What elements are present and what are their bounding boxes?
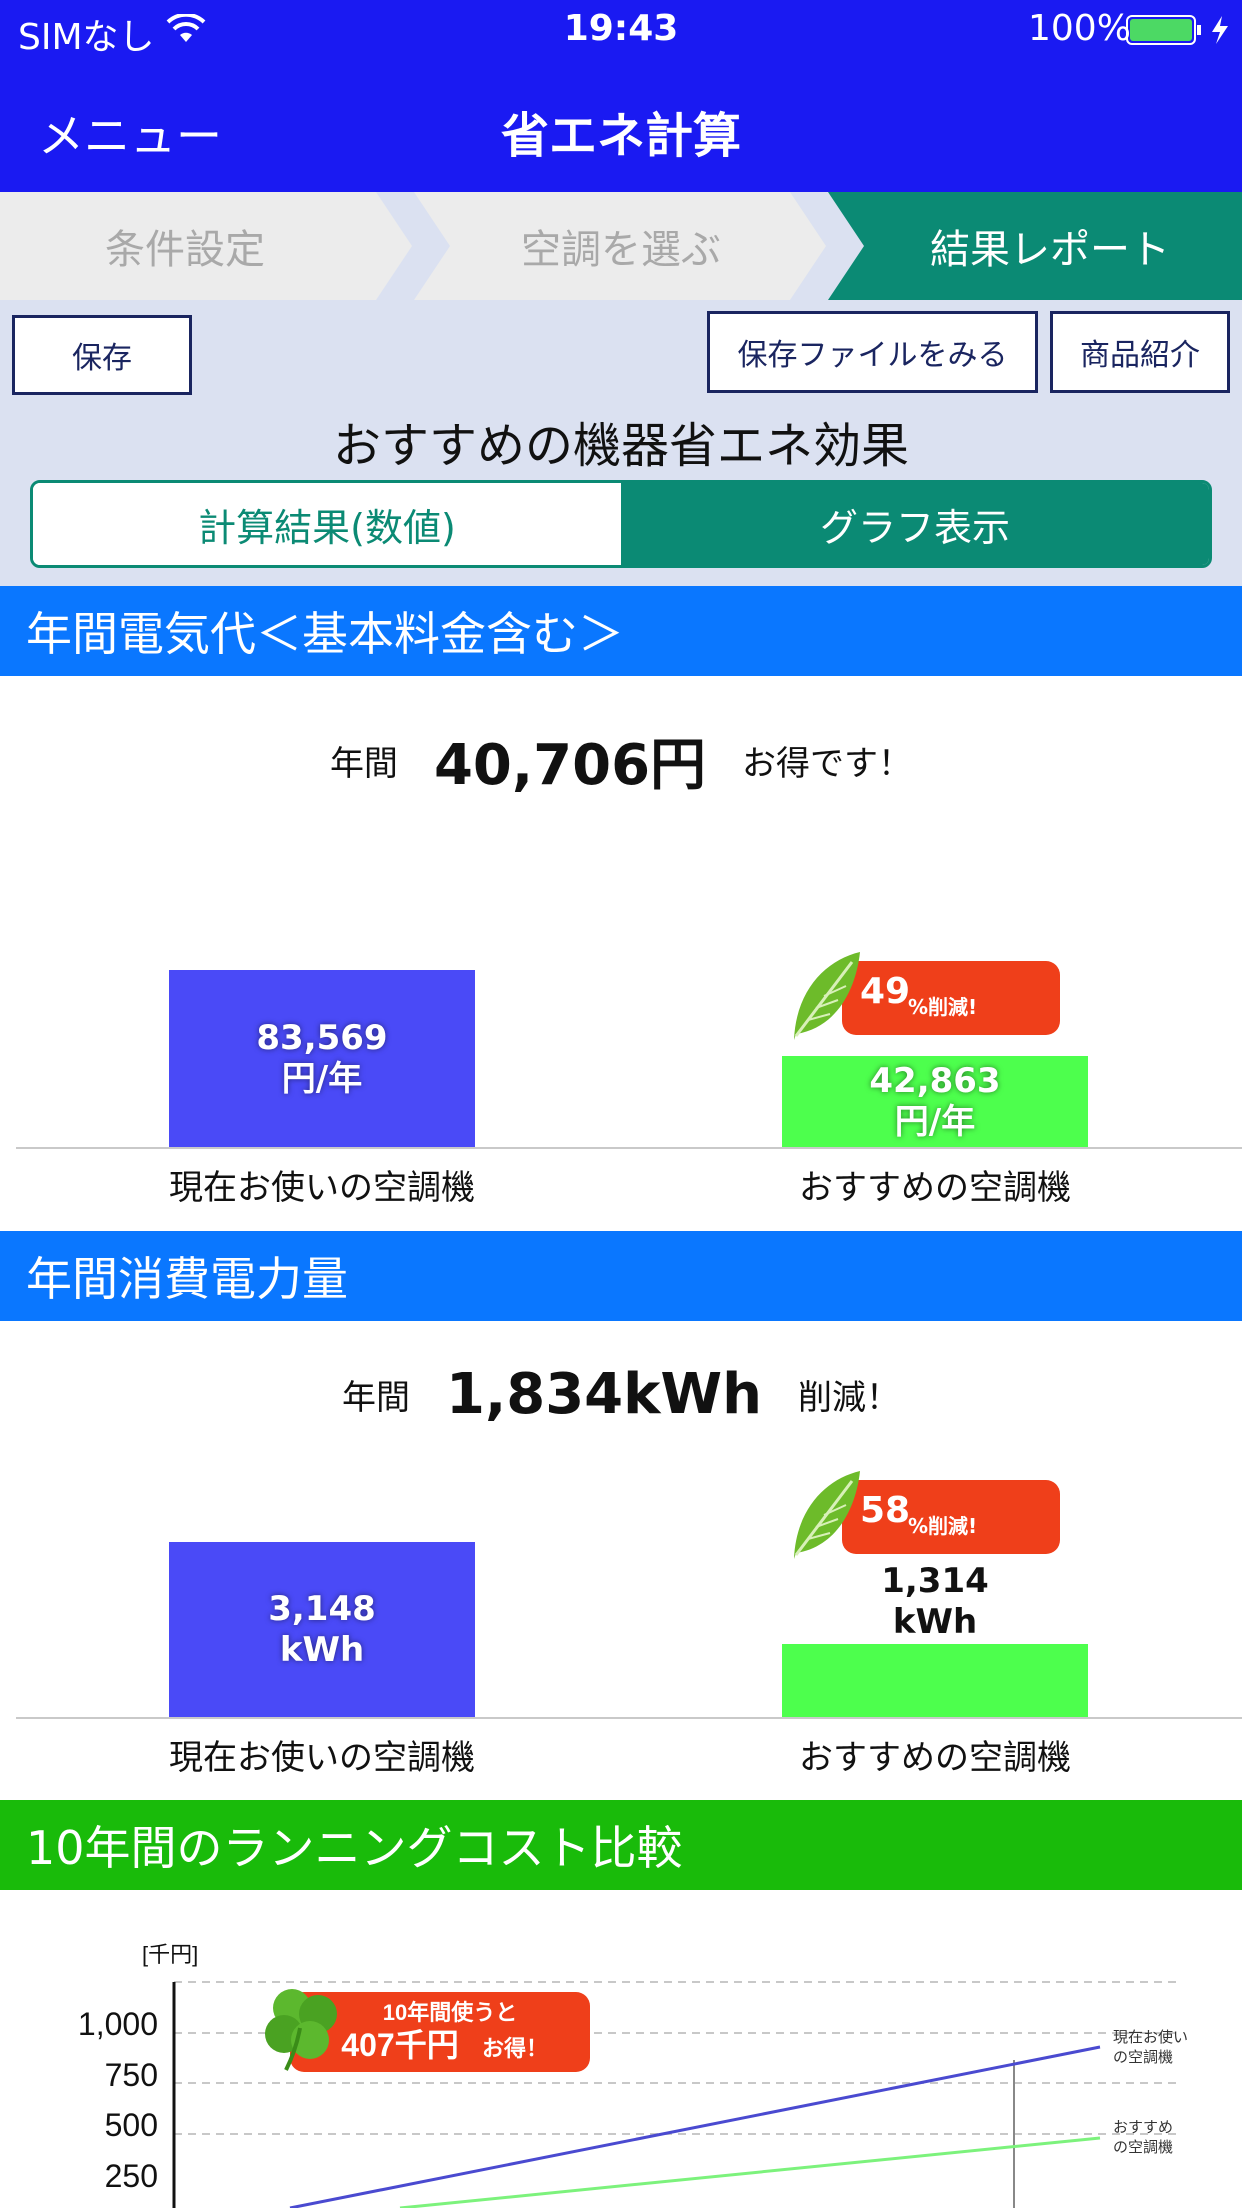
step-label: 条件設定 bbox=[105, 227, 265, 273]
result-title: おすすめの機器省エネ効果 bbox=[332, 418, 909, 474]
step-result-report[interactable]: 結果レポート bbox=[828, 192, 1242, 300]
baseline bbox=[16, 1717, 1242, 1719]
bar-value: 83,569 bbox=[256, 1017, 388, 1058]
product-intro-button[interactable]: 商品紹介 bbox=[1050, 311, 1230, 393]
running-cost-line-chart: [千円] 1,000 750 500 250 現在お使い の空調機 おすすめ の… bbox=[78, 1942, 1188, 2208]
view-saved-files-button[interactable]: 保存ファイルをみる bbox=[707, 311, 1038, 393]
baseline bbox=[16, 1147, 1242, 1149]
save-button[interactable]: 保存 bbox=[12, 315, 192, 395]
series-label-recommended: の空調機 bbox=[1113, 2139, 1173, 2156]
page-title: 省エネ計算 bbox=[500, 108, 741, 164]
step-conditions[interactable]: 条件設定 bbox=[0, 192, 412, 300]
summary-amount: 40,706円 bbox=[433, 733, 707, 798]
summary-amount: 1,834kWh bbox=[445, 1362, 762, 1427]
reduction-badge: 49 %削減! bbox=[842, 961, 1060, 1035]
electricity-savings-summary: 年間 40,706円 お得です！ bbox=[0, 720, 1242, 801]
reduction-percent: 58 bbox=[860, 1490, 911, 1531]
bar-current-power: 3,148 kWh bbox=[169, 1542, 475, 1717]
series-label-current: 現在お使い bbox=[1113, 2029, 1188, 2046]
y-axis-unit: [千円] bbox=[142, 1942, 198, 1967]
section-header-running-cost: 10年間のランニングコスト比較 bbox=[0, 1800, 1242, 1890]
callout-line1: 10年間使うと bbox=[383, 2000, 517, 2025]
summary-suffix: お得です！ bbox=[742, 744, 913, 784]
bar-recommended-cost: 42,863 円/年 bbox=[782, 1056, 1088, 1147]
bar-current-cost: 83,569 円/年 bbox=[169, 970, 475, 1147]
bar-unit: kWh bbox=[892, 1601, 978, 1642]
label-current: 現在お使いの空調機 bbox=[169, 1738, 475, 1778]
tab-graph-view[interactable]: グラフ表示 bbox=[621, 483, 1209, 565]
y-tick-label: 750 bbox=[105, 2057, 158, 2093]
step-label: 空調を選ぶ bbox=[521, 227, 721, 273]
step-select-aircon[interactable]: 空調を選ぶ bbox=[414, 192, 826, 300]
bar-unit: 円/年 bbox=[894, 1101, 976, 1142]
bar-value: 3,148 bbox=[268, 1588, 376, 1629]
navigation-bar: SIMなし 19:43 100% メニュー 省エネ計算 bbox=[0, 0, 1242, 192]
section-header-power-consumption: 年間消費電力量 bbox=[0, 1231, 1242, 1321]
label-recommended: おすすめの空調機 bbox=[799, 1738, 1071, 1778]
recommended-power-value: 1,314 kWh bbox=[782, 1561, 1088, 1643]
summary-suffix: 削減！ bbox=[798, 1378, 900, 1418]
view-segmented-control: 計算結果(数値) グラフ表示 bbox=[30, 480, 1212, 568]
reduction-percent: 49 bbox=[860, 971, 911, 1012]
callout-suffix: お得！ bbox=[482, 2036, 548, 2061]
summary-prefix: 年間 bbox=[329, 744, 398, 784]
bar-recommended-power bbox=[782, 1644, 1088, 1717]
y-tick-label: 250 bbox=[105, 2158, 158, 2194]
series-label-current: の空調機 bbox=[1113, 2049, 1173, 2066]
bar-unit: kWh bbox=[279, 1629, 365, 1670]
summary-prefix: 年間 bbox=[341, 1378, 410, 1418]
y-tick-label: 1,000 bbox=[78, 2006, 158, 2042]
y-tick-label: 500 bbox=[105, 2107, 158, 2143]
reduction-badge: 58 %削減! bbox=[842, 1480, 1060, 1554]
bar-value: 1,314 bbox=[881, 1561, 989, 1601]
power-savings-summary: 年間 1,834kWh 削減！ bbox=[0, 1362, 1242, 1427]
battery-percent: 100% bbox=[1028, 8, 1131, 49]
label-current: 現在お使いの空調機 bbox=[169, 1168, 475, 1208]
bar-unit: 円/年 bbox=[281, 1058, 363, 1099]
step-indicator: 条件設定 空調を選ぶ 結果レポート bbox=[0, 192, 1242, 300]
section-header-electricity-cost: 年間電気代＜基本料金含む＞ bbox=[0, 586, 1242, 676]
leaf-icon bbox=[794, 952, 860, 1040]
step-label: 結果レポート bbox=[930, 227, 1170, 273]
bar-value: 42,863 bbox=[869, 1060, 1001, 1101]
series-label-recommended: おすすめ bbox=[1113, 2119, 1173, 2136]
reduction-text: %削減! bbox=[908, 995, 978, 1019]
callout-amount: 407千円 bbox=[341, 2027, 458, 2063]
tab-numeric-results[interactable]: 計算結果(数値) bbox=[33, 483, 621, 565]
series-line-recommended bbox=[399, 2136, 1101, 2208]
battery-icon bbox=[1126, 15, 1228, 45]
leaf-icon bbox=[794, 1471, 860, 1559]
reduction-text: %削減! bbox=[908, 1514, 978, 1538]
label-recommended: おすすめの空調機 bbox=[799, 1168, 1071, 1208]
